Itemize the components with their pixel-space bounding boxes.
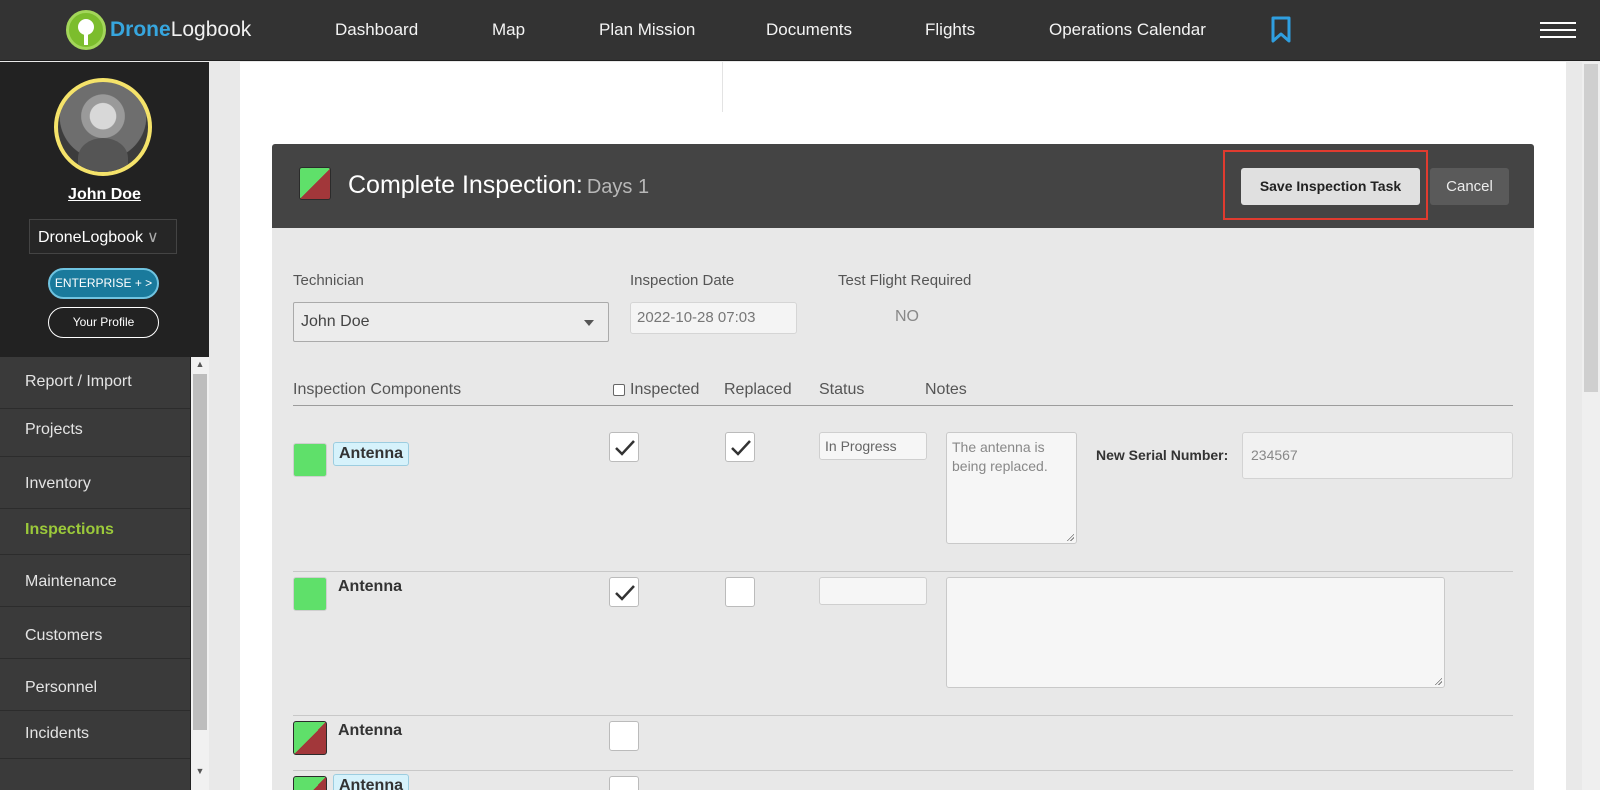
sidebar-item-maintenance[interactable]: Maintenance — [0, 555, 190, 607]
user-name-link[interactable]: John Doe — [0, 186, 209, 204]
sidebar-menu: Report / Import Projects Inventory Inspe… — [0, 357, 190, 790]
organization-select[interactable]: DroneLogbook ∨ — [29, 219, 177, 254]
nav-plan-mission[interactable]: Plan Mission — [599, 20, 695, 40]
status-input[interactable]: In Progress — [819, 432, 927, 460]
hamburger-menu-icon[interactable] — [1540, 22, 1576, 40]
col-notes: Notes — [925, 381, 967, 398]
header-divider — [293, 405, 1513, 406]
technician-label: Technician — [293, 272, 364, 289]
bookmark-icon[interactable] — [1270, 16, 1292, 44]
col-inspection-components: Inspection Components — [293, 381, 462, 398]
chevron-down-icon: ∨ — [146, 229, 159, 246]
nav-map[interactable]: Map — [492, 20, 525, 40]
inspected-checkbox[interactable] — [609, 577, 639, 607]
dropdown-caret-icon — [584, 320, 594, 326]
nav-operations-calendar[interactable]: Operations Calendar — [1049, 20, 1206, 40]
sidebar-item-incidents[interactable]: Incidents — [0, 711, 190, 759]
page-subtitle: Days 1 — [586, 176, 650, 198]
col-replaced: Replaced — [724, 381, 792, 398]
notes-textarea[interactable]: The antenna is being replaced. — [946, 432, 1077, 544]
checkmark-icon — [615, 440, 635, 456]
checkmark-icon — [615, 585, 635, 601]
nav-flights[interactable]: Flights — [925, 20, 975, 40]
new-serial-number-label: New Serial Number: — [1096, 447, 1229, 463]
scroll-up-arrow-icon[interactable]: ▲ — [194, 359, 206, 369]
nav-dashboard[interactable]: Dashboard — [335, 20, 418, 40]
sidebar-item-inspections[interactable]: Inspections — [0, 509, 190, 555]
page-title: Complete Inspection: Days 1 — [348, 171, 650, 199]
technician-select[interactable]: John Doe — [293, 302, 609, 342]
drone-logo-icon — [66, 10, 106, 50]
notes-textarea[interactable] — [946, 577, 1445, 688]
resize-grip-icon[interactable] — [1434, 677, 1442, 685]
divider — [722, 62, 723, 112]
checkmark-icon — [731, 440, 751, 456]
inspected-checkbox[interactable] — [609, 776, 639, 790]
cancel-button[interactable]: Cancel — [1430, 168, 1509, 205]
sidebar-item-inventory[interactable]: Inventory — [0, 457, 190, 509]
col-inspected: Inspected — [630, 381, 700, 398]
inspected-checkbox[interactable] — [609, 721, 639, 751]
status-input[interactable] — [819, 577, 927, 605]
enterprise-button[interactable]: ENTERPRISE + > — [48, 268, 159, 299]
component-name[interactable]: Antenna — [333, 720, 407, 742]
save-inspection-task-button[interactable]: Save Inspection Task — [1241, 168, 1420, 205]
component-status-icon — [293, 443, 327, 477]
top-navbar: DroneLogbook Dashboard Map Plan Mission … — [0, 0, 1600, 61]
sidebar-item-report-import[interactable]: Report / Import — [0, 357, 190, 409]
sidebar-scrollbar-thumb[interactable] — [193, 374, 207, 730]
status-square-icon — [299, 167, 331, 200]
col-status: Status — [819, 381, 865, 398]
component-status-icon — [293, 577, 327, 611]
scroll-down-arrow-icon[interactable]: ▼ — [194, 766, 206, 776]
resize-grip-icon[interactable] — [1066, 533, 1074, 541]
page-scrollbar-thumb[interactable] — [1584, 64, 1598, 392]
avatar[interactable] — [54, 78, 152, 176]
sidebar-item-personnel[interactable]: Personnel — [0, 659, 190, 711]
select-all-inspected-checkbox[interactable] — [613, 384, 625, 396]
sidebar-item-customers[interactable]: Customers — [0, 607, 190, 659]
test-flight-label: Test Flight Required — [838, 272, 972, 289]
your-profile-button[interactable]: Your Profile — [48, 307, 159, 338]
inspection-date-input[interactable]: 2022-10-28 07:03 — [630, 302, 797, 334]
new-serial-number-input[interactable]: 234567 — [1242, 432, 1513, 479]
component-name[interactable]: Antenna — [333, 576, 407, 598]
sidebar-item-projects[interactable]: Projects — [0, 409, 190, 457]
replaced-checkbox[interactable] — [725, 432, 755, 462]
inspection-date-label: Inspection Date — [630, 272, 735, 289]
component-status-icon — [293, 721, 327, 755]
app-logo[interactable]: DroneLogbook — [66, 10, 251, 50]
row-divider — [293, 770, 1513, 771]
inspected-checkbox[interactable] — [609, 432, 639, 462]
logo-text: DroneLogbook — [110, 18, 252, 41]
row-divider — [293, 571, 1513, 572]
component-name[interactable]: Antenna — [333, 774, 409, 790]
row-divider — [293, 715, 1513, 716]
nav-documents[interactable]: Documents — [766, 20, 852, 40]
component-name[interactable]: Antenna — [333, 442, 409, 466]
component-status-icon — [293, 776, 327, 790]
test-flight-value: NO — [895, 308, 919, 325]
replaced-checkbox[interactable] — [725, 577, 755, 607]
